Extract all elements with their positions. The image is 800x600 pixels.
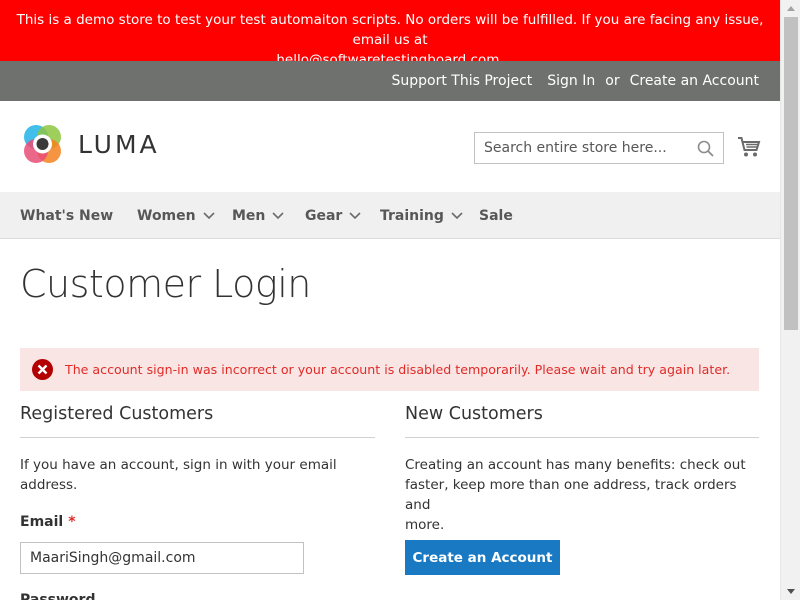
or-separator: or xyxy=(605,73,620,89)
nav-item-gear[interactable]: Gear xyxy=(305,192,361,239)
search-box xyxy=(474,132,724,164)
intro-line: address. xyxy=(20,477,78,493)
scrollbar-thumb[interactable] xyxy=(784,17,798,330)
benefit-line: more. xyxy=(405,517,445,533)
scroll-down-arrow-icon[interactable] xyxy=(781,583,800,600)
email-field[interactable] xyxy=(20,542,304,574)
logo-text: LUMA xyxy=(78,130,160,159)
nav-item-label: Training xyxy=(380,207,444,224)
error-text: The account sign-in was incorrect or you… xyxy=(65,362,731,377)
chevron-down-icon xyxy=(203,211,215,219)
sign-in-link[interactable]: Sign In xyxy=(547,73,595,89)
nav-item-men[interactable]: Men xyxy=(232,192,284,239)
chevron-down-icon xyxy=(349,211,361,219)
create-account-link[interactable]: Create an Account xyxy=(630,73,759,89)
new-customers-title: New Customers xyxy=(405,400,759,438)
new-customers-block: New Customers Creating an account has ma… xyxy=(405,400,759,535)
luma-logo-icon xyxy=(24,125,61,163)
nav-item-label: Gear xyxy=(305,207,343,224)
search-icon[interactable] xyxy=(697,140,714,157)
benefit-line: faster, keep more than one address, trac… xyxy=(405,477,737,513)
new-customers-text: Creating an account has many benefits: c… xyxy=(405,455,759,535)
password-label: Password xyxy=(20,592,96,600)
nav-item-label: What's New xyxy=(20,207,114,224)
logo[interactable]: LUMA xyxy=(20,122,160,167)
nav-item-label: Sale xyxy=(479,207,513,224)
email-label-text: Email xyxy=(20,514,64,530)
nav-item-label: Women xyxy=(137,207,196,224)
nav-item-label: Men xyxy=(232,207,266,224)
error-message: The account sign-in was incorrect or you… xyxy=(20,348,759,391)
nav-item-training[interactable]: Training xyxy=(380,192,463,239)
nav-item-sale[interactable]: Sale xyxy=(479,192,513,239)
demo-banner-line1: This is a demo store to test your test a… xyxy=(16,12,764,48)
chevron-down-icon xyxy=(451,211,463,219)
header-links: Support This Project Sign In or Create a… xyxy=(392,61,760,101)
panel-header: Support This Project Sign In or Create a… xyxy=(0,61,780,101)
nav-item-whats-new[interactable]: What's New xyxy=(20,192,113,239)
support-project-link[interactable]: Support This Project xyxy=(392,73,533,89)
registered-customers-title: Registered Customers xyxy=(20,400,375,438)
intro-line: If you have an account, sign in with you… xyxy=(20,457,337,473)
create-account-button[interactable]: Create an Account xyxy=(405,540,560,575)
page-title: Customer Login xyxy=(20,262,311,306)
error-icon xyxy=(32,359,53,380)
demo-store-banner: This is a demo store to test your test a… xyxy=(0,0,780,68)
chevron-down-icon xyxy=(272,211,284,219)
cart-icon[interactable] xyxy=(737,135,761,159)
page: This is a demo store to test your test a… xyxy=(0,0,780,600)
required-asterisk: * xyxy=(68,514,76,530)
main-navigation: What's New Women Men Gear Training Sale xyxy=(0,192,780,239)
nav-item-women[interactable]: Women xyxy=(137,192,215,239)
registered-customers-intro: If you have an account, sign in with you… xyxy=(20,455,375,495)
email-label: Email * xyxy=(20,514,76,530)
vertical-scrollbar[interactable] xyxy=(780,0,800,600)
registered-customers-block: Registered Customers If you have an acco… xyxy=(20,400,375,495)
scroll-up-arrow-icon[interactable] xyxy=(781,0,800,17)
search-input[interactable] xyxy=(475,133,685,163)
benefit-line: Creating an account has many benefits: c… xyxy=(405,457,746,473)
